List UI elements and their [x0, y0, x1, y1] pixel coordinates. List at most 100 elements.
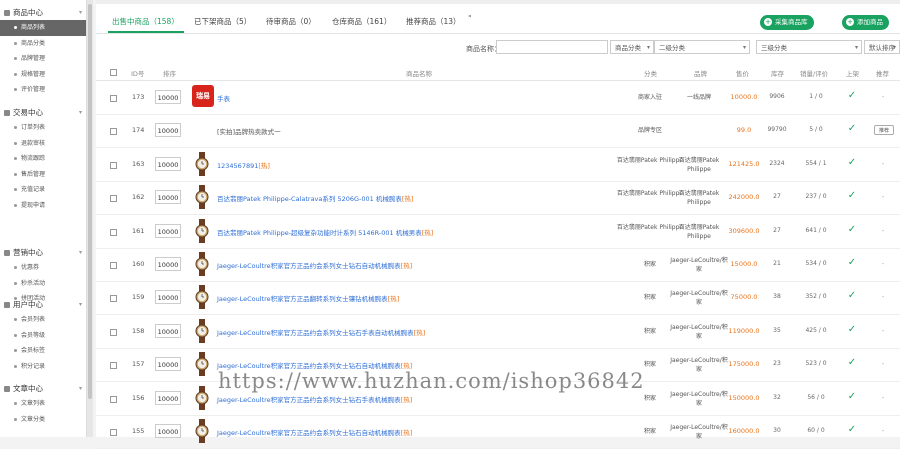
sidebar-item[interactable]: 文章分类 — [0, 412, 86, 428]
bullet-icon — [14, 333, 17, 337]
sidebar-group-header[interactable]: 用户中心 ▾ — [0, 298, 86, 312]
header-recommend: 推荐 — [876, 70, 889, 78]
sidebar-item[interactable]: 退款审核 — [0, 136, 86, 152]
sidebar-item[interactable]: 会员列表 — [0, 312, 86, 328]
sort-input[interactable]: 10000 — [155, 391, 181, 405]
product-name-link[interactable]: 手表 — [217, 93, 230, 103]
product-name-link[interactable]: Jaeger-LeCoultre积家官方正品约会系列女士钻石手表机械腕表[热] — [217, 394, 412, 404]
row-checkbox[interactable] — [110, 396, 117, 403]
header-price[interactable]: 售价 — [736, 68, 749, 78]
product-name-link[interactable]: Jaeger-LeCoultre积家官方正品约会系列女士钻石自动机械腕表[热] — [217, 427, 412, 437]
sidebar-item[interactable]: 订单列表 — [0, 120, 86, 136]
sort-input[interactable]: 10000 — [155, 224, 181, 238]
row-checkbox[interactable] — [110, 229, 117, 236]
header-sales[interactable]: 销量/评价 — [800, 68, 828, 78]
row-checkbox[interactable] — [110, 429, 117, 436]
row-checkbox[interactable] — [110, 329, 117, 336]
product-stock: 99790 — [767, 126, 787, 133]
tab-recommended[interactable]: 推荐商品（13） — [406, 16, 461, 27]
recommend-button[interactable]: 推荐 — [874, 125, 894, 135]
on-shelf-check-icon[interactable]: ✓ — [845, 157, 859, 168]
sidebar-item[interactable]: 商品列表 — [0, 20, 86, 36]
sort-input[interactable]: 10000 — [155, 123, 181, 137]
sidebar-item[interactable]: 评价管理 — [0, 82, 86, 98]
header-sort[interactable]: 排序 — [163, 68, 176, 78]
chevron-down-icon: ▾ — [78, 109, 82, 116]
product-thumbnail-image — [194, 386, 210, 410]
category-level3-select[interactable]: 三级分类 ▾ — [756, 40, 862, 54]
hot-tag: [热] — [401, 195, 414, 203]
add-product-button[interactable]: + 添加商品 — [842, 15, 889, 30]
sidebar-scrollbar-thumb[interactable] — [88, 4, 92, 399]
sort-input[interactable]: 10000 — [155, 324, 181, 338]
on-shelf-check-icon[interactable]: ✓ — [845, 224, 859, 235]
row-checkbox[interactable] — [110, 162, 117, 169]
sidebar-item[interactable]: 会员等级 — [0, 328, 86, 344]
product-name-link[interactable]: [实拍]品牌热卖款式一 — [217, 126, 281, 136]
sort-input[interactable]: 10000 — [155, 357, 181, 371]
sidebar-item[interactable]: 文章列表 — [0, 396, 86, 412]
bullet-icon — [14, 349, 17, 352]
sidebar-item[interactable]: 品牌管理 — [0, 51, 86, 67]
product-price: 175000.0 — [728, 360, 760, 368]
sidebar-item[interactable]: 积分记录 — [0, 359, 86, 375]
sidebar-group-header[interactable]: 营销中心 ▾ — [0, 246, 86, 260]
collect-products-button[interactable]: + 采集商品库 — [760, 15, 814, 30]
tab-pending[interactable]: 待审商品（0） — [266, 16, 316, 27]
product-name-link[interactable]: 百达翡丽Patek Philippe-超级复杂功能时计系列 5146R-001 … — [217, 227, 433, 237]
on-shelf-check-icon[interactable]: ✓ — [845, 357, 859, 368]
product-name-link[interactable]: 百达翡丽Patek Philippe-Calatrava系列 5206G-001… — [217, 193, 413, 203]
sidebar-item[interactable]: 秒杀活动 — [0, 276, 86, 292]
header-stock[interactable]: 库存 — [771, 68, 784, 78]
tab-warehouse[interactable]: 仓库商品（161） — [332, 16, 391, 27]
sort-order-select[interactable]: 默认排序 ▾ — [864, 40, 900, 54]
sidebar-item[interactable]: 会员标签 — [0, 343, 86, 359]
product-name-input[interactable] — [496, 40, 608, 54]
on-shelf-check-icon[interactable]: ✓ — [845, 90, 859, 101]
tab-on-sale[interactable]: 出售中商品（158） — [112, 16, 179, 27]
sidebar-item[interactable]: 提现申请 — [0, 198, 86, 214]
on-shelf-check-icon[interactable]: ✓ — [845, 424, 859, 435]
on-shelf-check-icon[interactable]: ✓ — [845, 290, 859, 301]
sidebar-group-header[interactable]: 文章中心 ▾ — [0, 382, 86, 396]
chevron-down-icon: ▾ — [78, 301, 82, 308]
sort-input[interactable]: 10000 — [155, 157, 181, 171]
sidebar-item[interactable]: 优惠券 — [0, 260, 86, 276]
product-name-link[interactable]: Jaeger-LeCoultre积家官方正品约会系列女士钻石手表自动机械腕表[热… — [217, 327, 425, 337]
product-brand: 百达翡丽Patek Philippe — [678, 224, 720, 240]
row-checkbox[interactable] — [110, 362, 117, 369]
row-checkbox[interactable] — [110, 128, 117, 135]
product-name-link[interactable]: Jaeger-LeCoultre积家官方正品翻转系列女士镶钻机械腕表[热] — [217, 293, 399, 303]
on-shelf-check-icon[interactable]: ✓ — [845, 190, 859, 201]
product-name-link[interactable]: Jaeger-LeCoultre积家官方正品约会系列女士钻石自动机械腕表[热] — [217, 260, 412, 270]
tab-off-shelf[interactable]: 已下架商品（5） — [194, 16, 251, 27]
on-shelf-check-icon[interactable]: ✓ — [845, 257, 859, 268]
product-logo-image: 瑞易 — [192, 85, 214, 107]
row-checkbox[interactable] — [110, 95, 117, 102]
sort-input[interactable]: 10000 — [155, 290, 181, 304]
on-shelf-check-icon[interactable]: ✓ — [845, 391, 859, 402]
sidebar-item[interactable]: 售后管理 — [0, 167, 86, 183]
on-shelf-check-icon[interactable]: ✓ — [845, 123, 859, 134]
sidebar-item[interactable]: 商品分类 — [0, 36, 86, 52]
category-level2-select[interactable]: 二级分类 ▾ — [654, 40, 750, 54]
sidebar-group-header[interactable]: 商品中心 ▾ — [0, 6, 86, 20]
sidebar-item[interactable]: 物流跟踪 — [0, 151, 86, 167]
sort-input[interactable]: 10000 — [155, 190, 181, 204]
sort-input[interactable]: 10000 — [155, 424, 181, 438]
sort-input[interactable]: 10000 — [155, 257, 181, 271]
on-shelf-check-icon[interactable]: ✓ — [845, 324, 859, 335]
product-thumbnail-image — [194, 152, 210, 176]
select-all-checkbox[interactable] — [110, 69, 117, 76]
sidebar-item[interactable]: 充值记录 — [0, 182, 86, 198]
sidebar-group-header[interactable]: 交易中心 ▾ — [0, 106, 86, 120]
row-checkbox[interactable] — [110, 262, 117, 269]
sidebar-item-label: 会员列表 — [21, 316, 46, 323]
row-checkbox[interactable] — [110, 195, 117, 202]
category-level1-select[interactable]: 商品分类 ▾ — [610, 40, 654, 54]
sidebar-item[interactable]: 规格管理 — [0, 67, 86, 83]
sort-input[interactable]: 10000 — [155, 90, 181, 104]
product-stock: 21 — [773, 260, 781, 267]
row-checkbox[interactable] — [110, 295, 117, 302]
product-name-link[interactable]: 1234567891[热] — [217, 160, 270, 170]
